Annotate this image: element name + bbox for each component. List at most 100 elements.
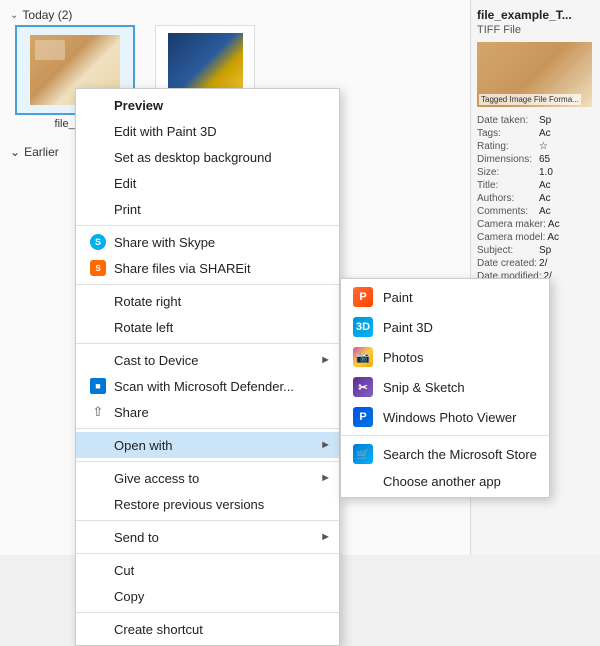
meta-val: Sp	[539, 245, 594, 256]
menu-item-create-shortcut[interactable]: Create shortcut	[76, 616, 339, 642]
menu-item-label: Edit with Paint 3D	[114, 124, 217, 139]
meta-key: Tags:	[477, 128, 537, 139]
menu-item-print[interactable]: Print	[76, 196, 339, 222]
menu-item-defender[interactable]: ■Scan with Microsoft Defender...	[76, 373, 339, 399]
skype-icon: S	[90, 234, 106, 250]
meta-row: Comments:Ac	[477, 206, 594, 217]
submenu-item-label: Search the Microsoft Store	[383, 447, 537, 462]
meta-key: Size:	[477, 167, 537, 178]
submenu-item-label: Snip & Sketch	[383, 380, 465, 395]
menu-item-share-skype[interactable]: S Share with Skype	[76, 229, 339, 255]
menu-icon-empty	[90, 97, 106, 113]
submenu-item-photos[interactable]: 📷 Photos	[341, 342, 549, 372]
thumb-inner-2	[168, 33, 243, 93]
menu-icon-empty	[90, 588, 106, 604]
menu-item-label: Copy	[114, 589, 144, 604]
right-panel-thumbnail: Tagged Image File Forma...	[477, 42, 592, 107]
menu-item-label: Create shortcut	[114, 622, 203, 637]
context-menu: Preview Edit with Paint 3D Set as desktop …	[75, 88, 340, 646]
meta-val: Ac	[548, 219, 594, 230]
menu-item-label: Open with	[114, 438, 173, 453]
meta-val: 2/	[543, 271, 594, 282]
submenu-item-label: Photos	[383, 350, 423, 365]
menu-icon-empty	[90, 175, 106, 191]
submenu-item-paint3d[interactable]: 3DPaint 3D	[341, 312, 549, 342]
menu-item-label: Preview	[114, 98, 163, 113]
defender-icon: ■	[90, 378, 106, 394]
menu-item-copy[interactable]: Copy	[76, 583, 339, 609]
submenu-openwith: PPaint3DPaint 3D 📷 Photos ✂ Snip & Sketch PWi…	[340, 278, 550, 498]
submenu-arrow-icon: ►	[320, 472, 331, 484]
right-panel-type: TIFF File	[477, 24, 594, 36]
menu-item-preview[interactable]: Preview	[76, 92, 339, 118]
menu-item-give-access[interactable]: Give access to►	[76, 465, 339, 491]
submenu-item-paint[interactable]: PPaint	[341, 282, 549, 312]
meta-key: Authors:	[477, 193, 537, 204]
menu-item-edit[interactable]: Edit	[76, 170, 339, 196]
menu-item-label: Set as desktop background	[114, 150, 272, 165]
submenu-item-another[interactable]: Choose another app	[341, 469, 549, 494]
submenu-item-photov[interactable]: PWindows Photo Viewer	[341, 402, 549, 432]
menu-item-label: Print	[114, 202, 141, 217]
menu-separator	[76, 343, 339, 344]
menu-item-label: Share	[114, 405, 149, 420]
menu-item-label: Share with Skype	[114, 235, 215, 250]
meta-key: Comments:	[477, 206, 537, 217]
meta-key: Subject:	[477, 245, 537, 256]
menu-icon-empty	[90, 123, 106, 139]
meta-row: Dimensions:65	[477, 154, 594, 165]
meta-val: Sp	[539, 115, 594, 126]
meta-val: Ac	[539, 206, 594, 217]
submenu-arrow-icon: ►	[320, 531, 331, 543]
meta-key: Rating:	[477, 141, 537, 152]
earlier-section-label: ⌄ Earlier	[10, 145, 59, 159]
menu-icon-empty	[90, 529, 106, 545]
meta-row: Date created:2/	[477, 258, 594, 269]
meta-val: Ac	[539, 193, 594, 204]
menu-item-restore-versions[interactable]: Restore previous versions	[76, 491, 339, 517]
menu-item-set-desktop[interactable]: Set as desktop background	[76, 144, 339, 170]
meta-row: Subject:Sp	[477, 245, 594, 256]
menu-item-edit-paint3d[interactable]: Edit with Paint 3D	[76, 118, 339, 144]
meta-key: Date created:	[477, 258, 537, 269]
menu-icon-empty	[90, 496, 106, 512]
submenu-item-label: Paint 3D	[383, 320, 433, 335]
submenu-item-label: Windows Photo Viewer	[383, 410, 516, 425]
shareit-icon: S	[90, 260, 106, 276]
menu-separator	[76, 225, 339, 226]
submenu-item-snip[interactable]: ✂ Snip & Sketch	[341, 372, 549, 402]
meta-val: 65	[539, 154, 594, 165]
photos-icon: 📷	[353, 347, 373, 367]
submenu-arrow-icon: ►	[320, 439, 331, 451]
submenu-arrow-icon: ►	[320, 354, 331, 366]
meta-val: 2/	[539, 258, 594, 269]
thumb-preview-label: Tagged Image File Forma...	[479, 94, 581, 105]
menu-icon-empty	[90, 149, 106, 165]
menu-icon-empty	[90, 201, 106, 217]
today-section-label: ⌄ Today (2)	[10, 8, 72, 22]
meta-key: Camera model:	[477, 232, 545, 243]
menu-item-label: Rotate right	[114, 294, 181, 309]
submenu-item-label: Paint	[383, 290, 413, 305]
menu-item-label: Cast to Device	[114, 353, 199, 368]
menu-item-rotate-left[interactable]: Rotate left	[76, 314, 339, 340]
menu-separator	[76, 520, 339, 521]
menu-item-label: Edit	[114, 176, 136, 191]
meta-row: Authors:Ac	[477, 193, 594, 204]
menu-icon-empty	[90, 437, 106, 453]
snip-icon: ✂	[353, 377, 373, 397]
menu-item-share-shareit[interactable]: SShare files via SHAREit	[76, 255, 339, 281]
menu-item-rotate-right[interactable]: Rotate right	[76, 288, 339, 314]
meta-val: ☆	[539, 141, 594, 152]
store-icon: 🛒	[353, 444, 373, 464]
menu-item-share[interactable]: ⇧Share	[76, 399, 339, 425]
chevron-down-icon: ⌄	[10, 10, 18, 21]
submenu-item-store[interactable]: 🛒 Search the Microsoft Store	[341, 439, 549, 469]
menu-icon-empty	[90, 319, 106, 335]
menu-item-cut[interactable]: Cut	[76, 557, 339, 583]
meta-key: Camera maker:	[477, 219, 546, 230]
meta-val: Ac	[539, 128, 594, 139]
menu-item-open-with[interactable]: Open with ►	[76, 432, 339, 458]
menu-item-cast[interactable]: Cast to Device ►	[76, 347, 339, 373]
menu-item-send-to[interactable]: Send to►	[76, 524, 339, 550]
